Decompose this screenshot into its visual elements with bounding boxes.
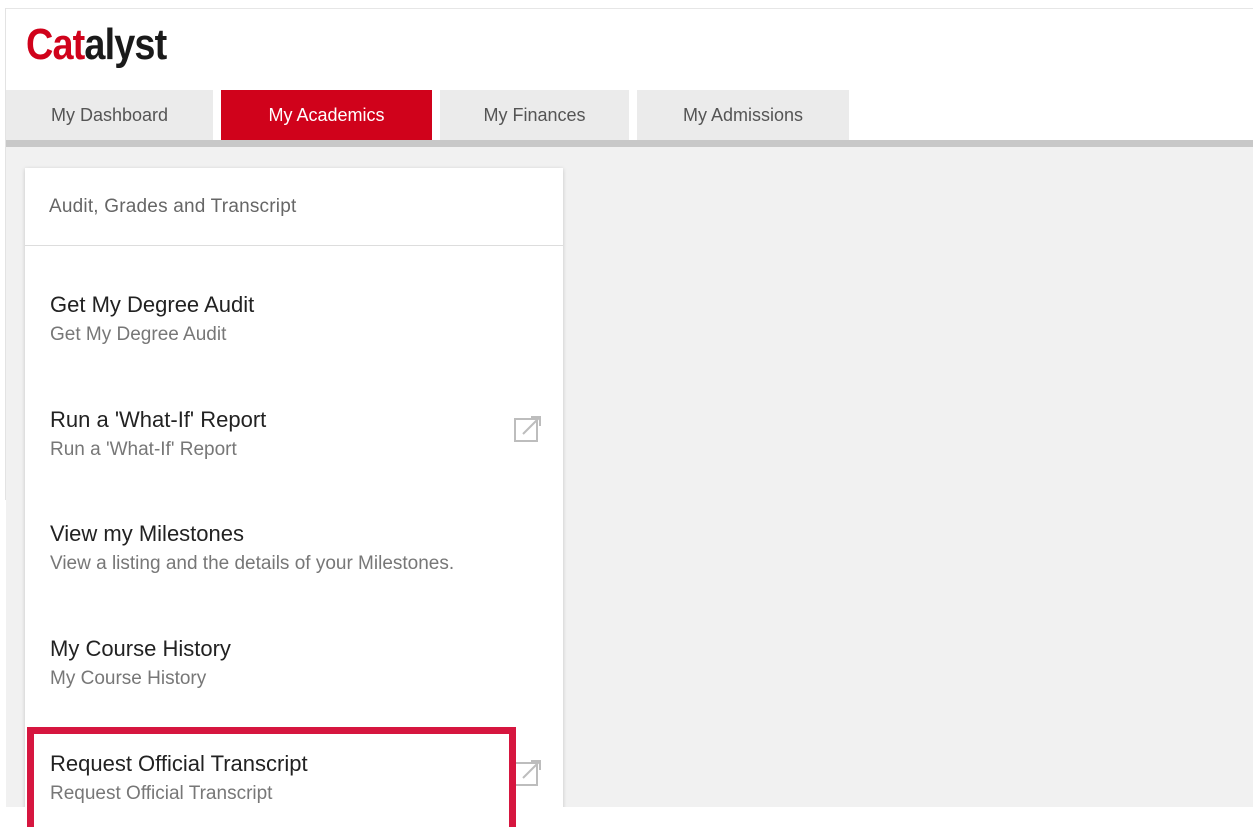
menu-item-title: Request Official Transcript <box>50 751 308 776</box>
menu-item-get-degree-audit[interactable]: Get My Degree Audit Get My Degree Audit <box>25 292 563 392</box>
menu-item-subtitle: Request Official Transcript <box>50 783 273 804</box>
header: Catalyst <box>6 8 1253 90</box>
tab-my-finances[interactable]: My Finances <box>440 90 629 140</box>
tab-my-dashboard[interactable]: My Dashboard <box>6 90 213 140</box>
bottom-margin <box>0 807 1253 827</box>
tab-underline-rule <box>6 140 1253 147</box>
menu-item-course-history[interactable]: My Course History My Course History <box>25 636 563 736</box>
catalyst-logo[interactable]: Catalyst <box>26 19 167 71</box>
menu-item-view-milestones[interactable]: View my Milestones View a listing and th… <box>25 521 563 621</box>
audit-grades-transcript-card: Audit, Grades and Transcript Get My Degr… <box>25 168 563 827</box>
menu-item-title: Get My Degree Audit <box>50 292 255 317</box>
menu-item-subtitle: Get My Degree Audit <box>50 324 227 345</box>
menu-item-title: My Course History <box>50 636 231 661</box>
menu-item-subtitle: Run a 'What-If' Report <box>50 439 237 460</box>
external-link-icon[interactable] <box>513 415 543 445</box>
external-link-icon[interactable] <box>513 759 543 789</box>
logo-part-dark: alyst <box>84 20 167 69</box>
menu-item-what-if-report[interactable]: Run a 'What-If' Report Run a 'What-If' R… <box>25 407 563 507</box>
top-border <box>0 0 1253 8</box>
tab-bar: My Dashboard My Academics My Finances My… <box>6 90 1253 142</box>
card-title: Audit, Grades and Transcript <box>25 168 563 246</box>
logo-part-red: Cat <box>26 20 85 69</box>
tab-my-admissions[interactable]: My Admissions <box>637 90 849 140</box>
menu-item-subtitle: My Course History <box>50 668 207 689</box>
menu-item-title: Run a 'What-If' Report <box>50 407 267 432</box>
menu-item-subtitle: View a listing and the details of your M… <box>50 553 455 574</box>
tab-my-academics[interactable]: My Academics <box>221 90 432 140</box>
menu-item-title: View my Milestones <box>50 521 244 546</box>
